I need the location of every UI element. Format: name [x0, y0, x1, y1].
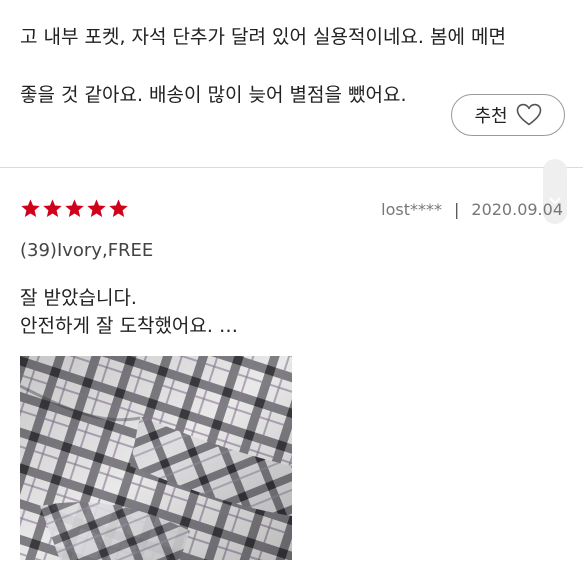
star-icon [109, 199, 128, 217]
heart-outline-icon [516, 103, 541, 126]
star-rating [20, 198, 129, 219]
purchase-option: (39)Ivory,FREE [20, 240, 154, 261]
star-icon [65, 199, 84, 217]
star-icon [21, 199, 40, 217]
star-icon [43, 199, 62, 217]
review-photo[interactable] [20, 356, 292, 560]
review-meta: lost**** | 2020.09.04 [381, 200, 563, 219]
review-author: lost**** [381, 200, 442, 219]
meta-separator: | [454, 200, 460, 219]
star-icon [87, 199, 106, 217]
review-body[interactable]: 잘 받았습니다. 안전하게 잘 도착했어요. … [20, 284, 238, 340]
review-body-line: 안전하게 잘 도착했어요. … [20, 315, 238, 337]
previous-review-line: 고 내부 포켓, 자석 단추가 달려 있어 실용적이네요. 봄에 메면 [20, 26, 506, 48]
recommend-label: 추천 [474, 106, 508, 127]
recommend-button[interactable]: 추천 [451, 94, 565, 136]
review-date: 2020.09.04 [471, 200, 563, 219]
review-list: 고 내부 포켓, 자석 단추가 달려 있어 실용적이네요. 봄에 메면 좋을 것… [0, 0, 583, 583]
review-divider [0, 167, 583, 168]
review-body-line: 잘 받았습니다. [20, 287, 137, 309]
